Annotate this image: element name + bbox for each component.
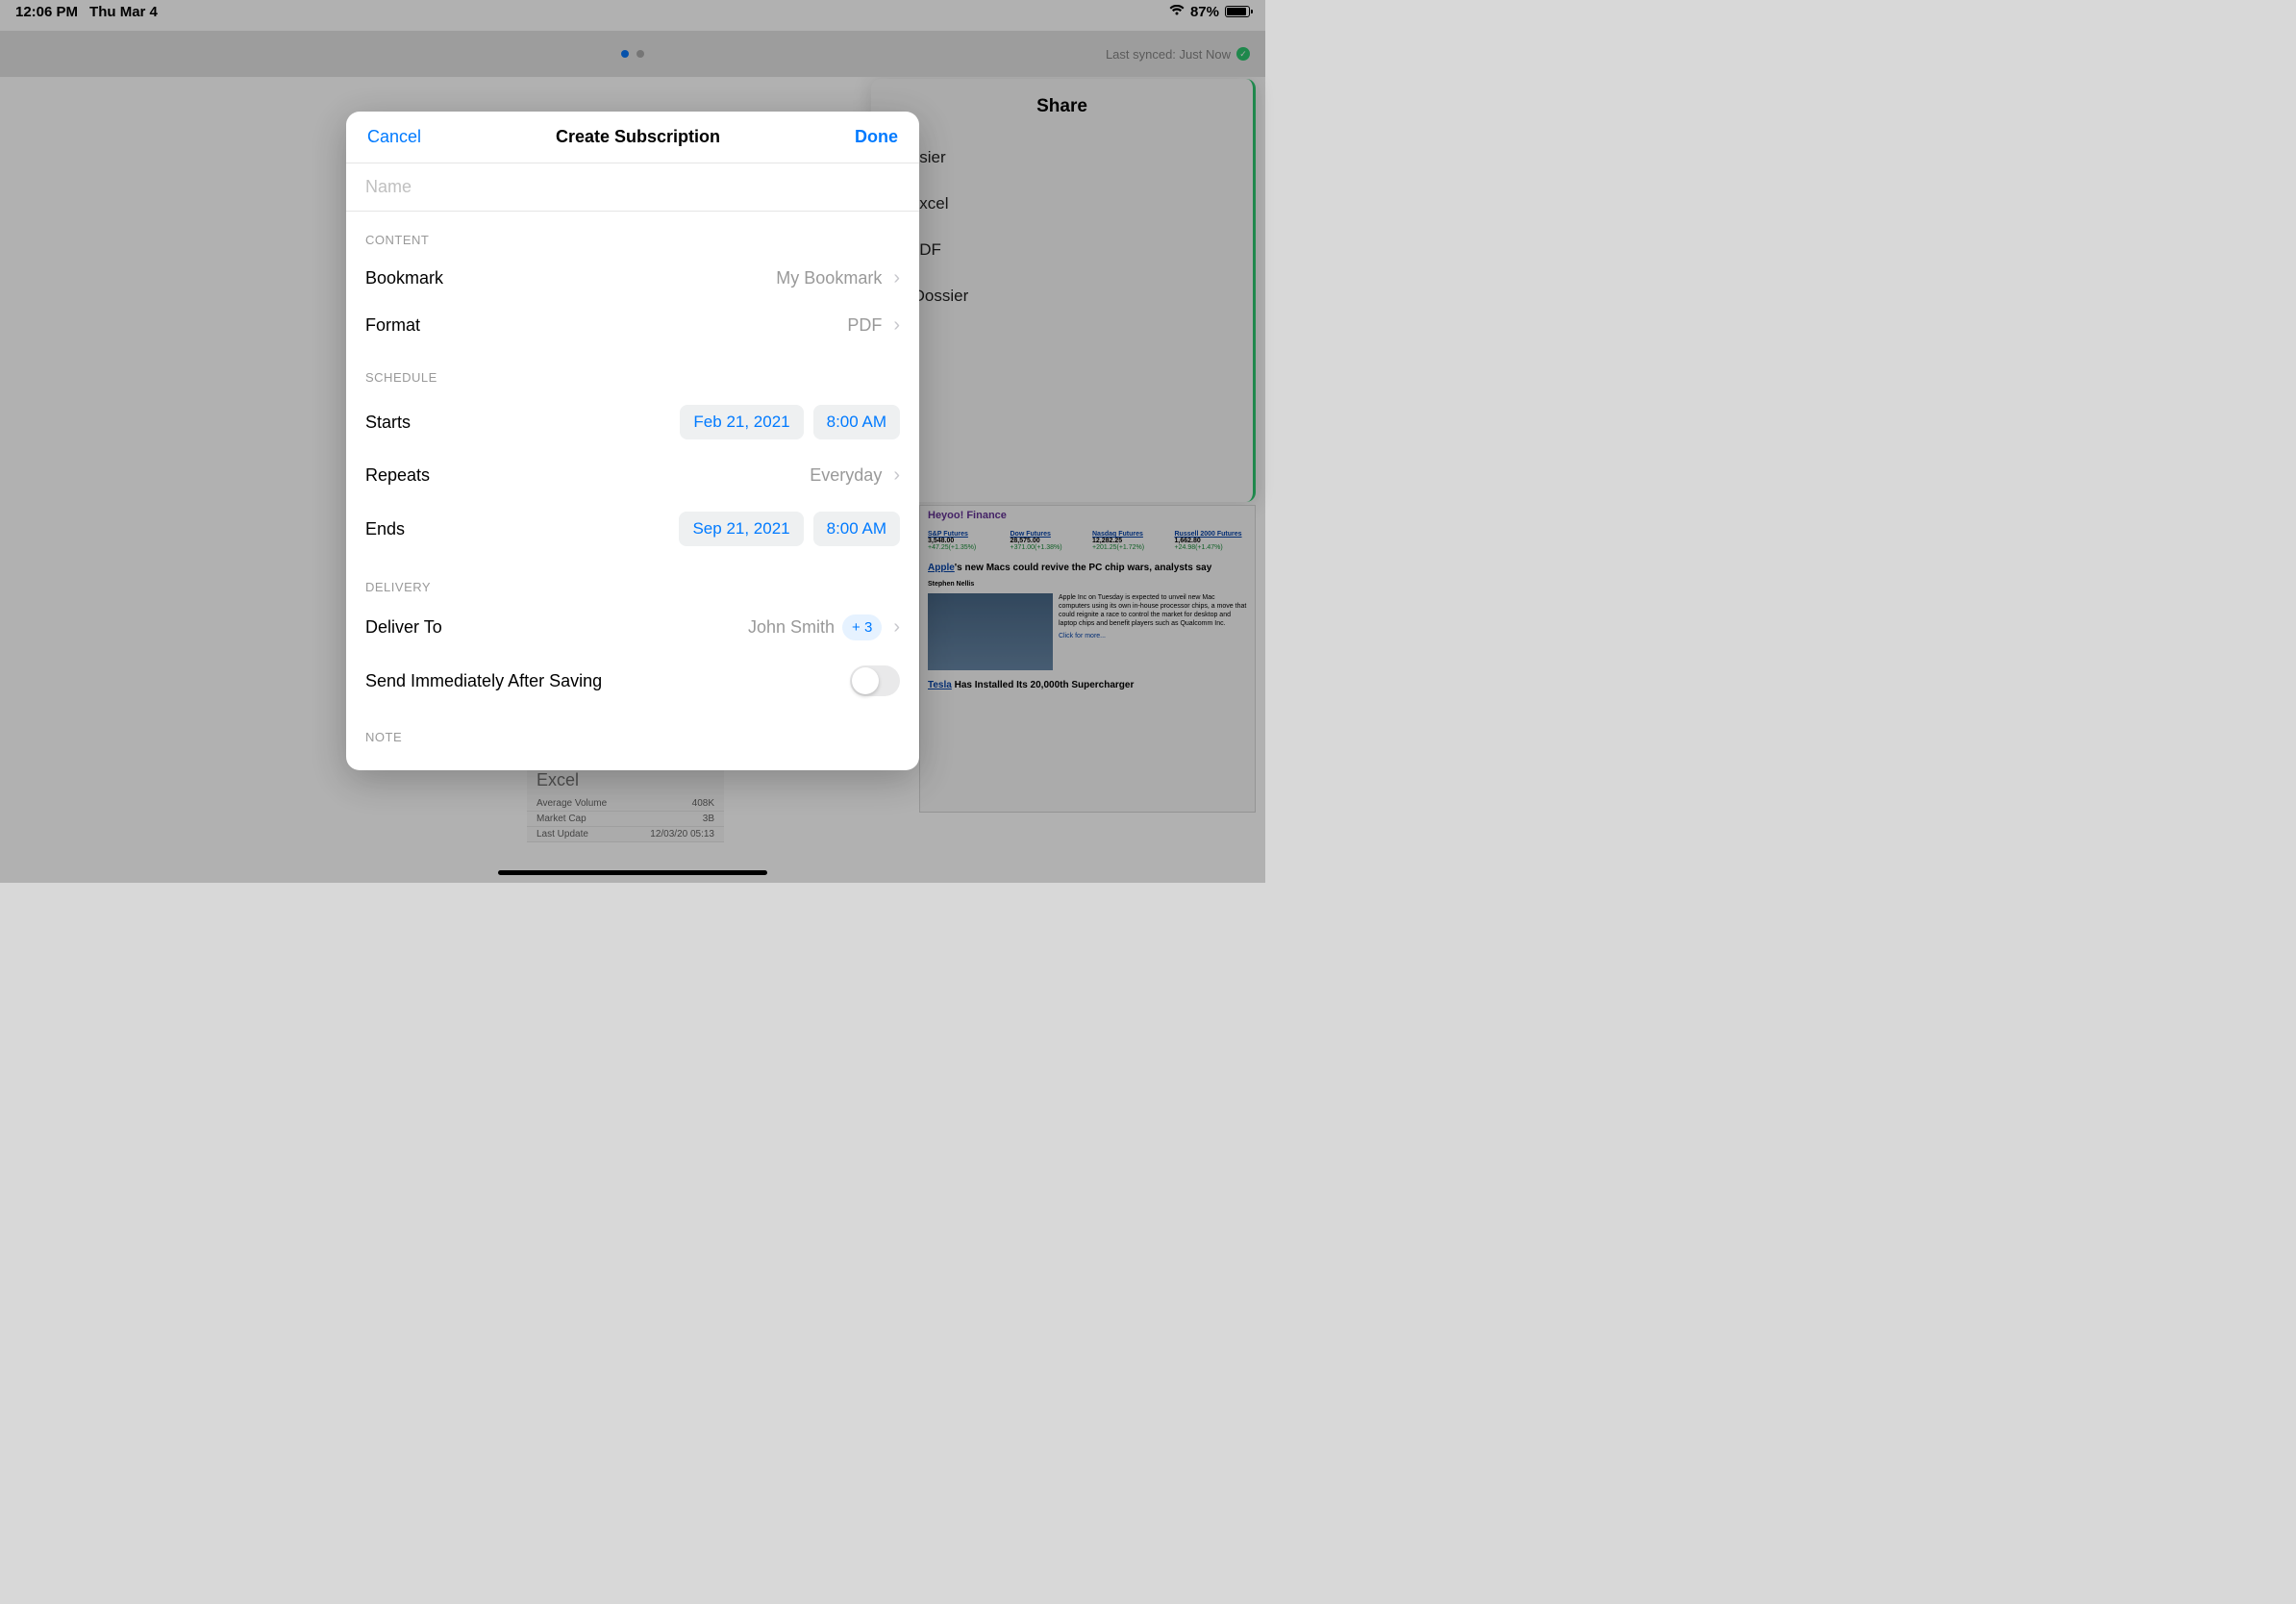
section-schedule: SCHEDULE <box>346 349 919 392</box>
bookmark-value: My Bookmark <box>776 268 882 288</box>
ends-date-pill[interactable]: Sep 21, 2021 <box>679 512 803 546</box>
ends-time-pill[interactable]: 8:00 AM <box>813 512 900 546</box>
bookmark-label: Bookmark <box>365 268 443 288</box>
section-note: NOTE <box>346 709 919 752</box>
send-immediate-row: Send Immediately After Saving <box>346 653 919 709</box>
deliver-value: John Smith <box>748 617 835 638</box>
deliver-label: Deliver To <box>365 617 442 638</box>
deliver-to-row[interactable]: Deliver To John Smith + 3 › <box>346 602 919 653</box>
deliver-count-badge: + 3 <box>842 614 882 640</box>
cancel-button[interactable]: Cancel <box>367 127 421 147</box>
starts-label: Starts <box>365 413 411 433</box>
done-button[interactable]: Done <box>855 127 898 147</box>
starts-row: Starts Feb 21, 2021 8:00 AM <box>346 392 919 452</box>
chevron-right-icon: › <box>893 464 900 487</box>
send-immediate-label: Send Immediately After Saving <box>365 671 602 691</box>
ends-row: Ends Sep 21, 2021 8:00 AM <box>346 499 919 559</box>
chevron-right-icon: › <box>893 267 900 289</box>
send-immediate-toggle[interactable] <box>850 665 900 696</box>
format-row[interactable]: Format PDF › <box>346 302 919 349</box>
starts-time-pill[interactable]: 8:00 AM <box>813 405 900 439</box>
repeats-row[interactable]: Repeats Everyday › <box>346 452 919 499</box>
chevron-right-icon: › <box>893 314 900 337</box>
home-indicator[interactable] <box>498 870 767 875</box>
format-value: PDF <box>847 315 882 336</box>
starts-date-pill[interactable]: Feb 21, 2021 <box>680 405 803 439</box>
section-content: CONTENT <box>346 212 919 255</box>
repeats-value: Everyday <box>810 465 882 486</box>
chevron-right-icon: › <box>893 616 900 639</box>
create-subscription-modal: Cancel Create Subscription Done CONTENT … <box>346 112 919 770</box>
bookmark-row[interactable]: Bookmark My Bookmark › <box>346 255 919 302</box>
modal-title: Create Subscription <box>556 127 720 147</box>
format-label: Format <box>365 315 420 336</box>
repeats-label: Repeats <box>365 465 430 486</box>
section-delivery: DELIVERY <box>346 559 919 602</box>
name-input[interactable] <box>346 163 919 212</box>
ends-label: Ends <box>365 519 405 539</box>
